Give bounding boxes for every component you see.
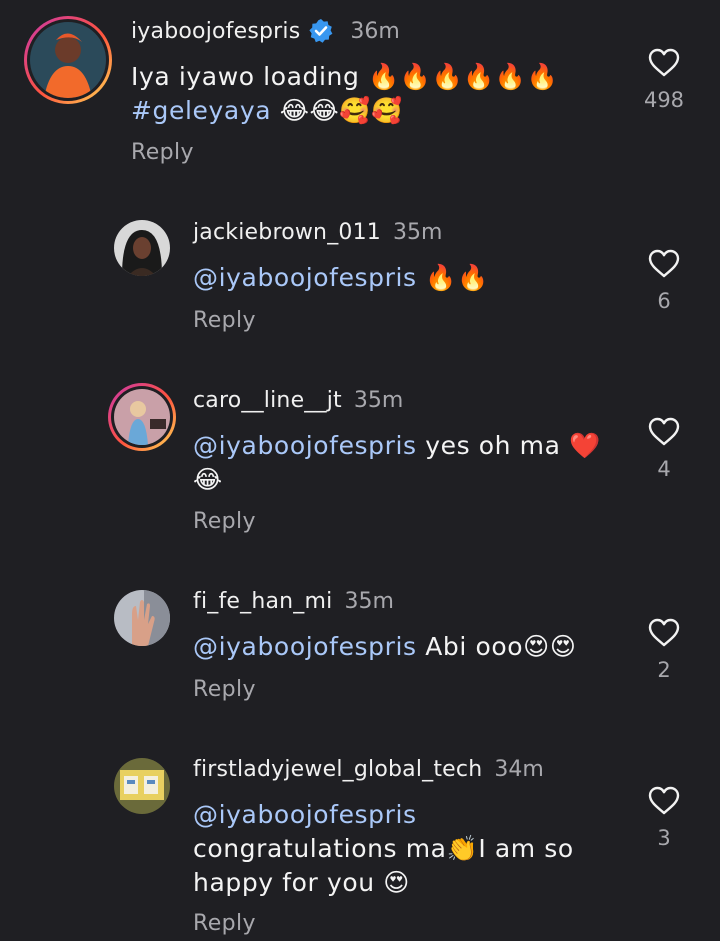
like-count: 2: [657, 658, 671, 682]
comment-text: Iya iyawo loading 🔥🔥🔥🔥🔥🔥 #geleyaya 😂😂🥰🥰: [131, 60, 611, 128]
avatar[interactable]: [114, 220, 170, 276]
comment-text: @iyaboojofespris congratulations ma👏I am…: [193, 798, 613, 900]
comment-text-line: happy for you 😍: [193, 868, 410, 897]
comment-username[interactable]: fi_fe_han_mi: [193, 589, 332, 614]
like-count: 3: [657, 826, 671, 850]
comment-text-line: yes oh ma ❤️: [416, 431, 601, 460]
reply-button[interactable]: Reply: [193, 677, 256, 702]
comment-username[interactable]: iyaboojofespris: [131, 19, 300, 44]
avatar-story-ring[interactable]: [108, 383, 176, 451]
comment-timestamp: 35m: [344, 589, 394, 614]
reply-button[interactable]: Reply: [193, 911, 256, 936]
like-area: 3: [634, 786, 694, 850]
avatar: [114, 389, 170, 445]
heart-outline-icon[interactable]: [634, 417, 694, 447]
comment-text: @iyaboojofespris yes oh ma ❤️ 😂: [193, 429, 613, 497]
comment-timestamp: 36m: [350, 18, 400, 44]
comment-text-line: Iya iyawo loading 🔥🔥🔥🔥🔥🔥: [131, 62, 559, 91]
like-area: 498: [634, 48, 694, 112]
heart-outline-icon[interactable]: [634, 786, 694, 816]
comment-text-line: congratulations ma👏I am so: [193, 834, 574, 863]
comment-username[interactable]: caro__line__jt: [193, 388, 342, 413]
like-area: 2: [634, 618, 694, 682]
comment-text-line: Abi ooo😍😍: [416, 632, 577, 661]
heart-outline-icon[interactable]: [634, 249, 694, 279]
like-area: 6: [634, 249, 694, 313]
comment-text: @iyaboojofespris Abi ooo😍😍: [193, 630, 577, 664]
mention-link[interactable]: @iyaboojofespris: [193, 263, 417, 292]
like-count: 498: [643, 88, 685, 112]
comment-username[interactable]: jackiebrown_011: [193, 220, 381, 245]
hashtag-link[interactable]: #geleyaya: [131, 96, 271, 125]
like-area: 4: [634, 417, 694, 481]
heart-outline-icon[interactable]: [634, 618, 694, 648]
comment-username[interactable]: firstladyjewel_global_tech: [193, 757, 482, 782]
mention-link[interactable]: @iyaboojofespris: [193, 632, 417, 661]
avatar[interactable]: [114, 590, 170, 646]
comment-timestamp: 35m: [353, 388, 404, 413]
like-count: 4: [657, 457, 671, 481]
comment-timestamp: 34m: [494, 757, 544, 782]
avatar[interactable]: [114, 758, 170, 814]
avatar-story-ring[interactable]: [24, 16, 112, 104]
reply-button[interactable]: Reply: [131, 140, 194, 165]
comment-emoji: 😂😂🥰🥰: [279, 96, 403, 125]
reply-button[interactable]: Reply: [193, 308, 256, 333]
comment-text: @iyaboojofespris 🔥🔥: [193, 261, 489, 295]
comment-timestamp: 35m: [393, 220, 443, 245]
avatar: [30, 22, 106, 98]
like-count: 6: [657, 289, 671, 313]
mention-link[interactable]: @iyaboojofespris: [193, 431, 417, 460]
verified-badge-icon: [308, 18, 334, 44]
heart-outline-icon[interactable]: [634, 48, 694, 78]
reply-button[interactable]: Reply: [193, 509, 256, 534]
mention-link[interactable]: @iyaboojofespris: [193, 800, 417, 829]
comment-emoji: 😂: [193, 465, 223, 494]
comment-text-line: 🔥🔥: [416, 263, 489, 292]
